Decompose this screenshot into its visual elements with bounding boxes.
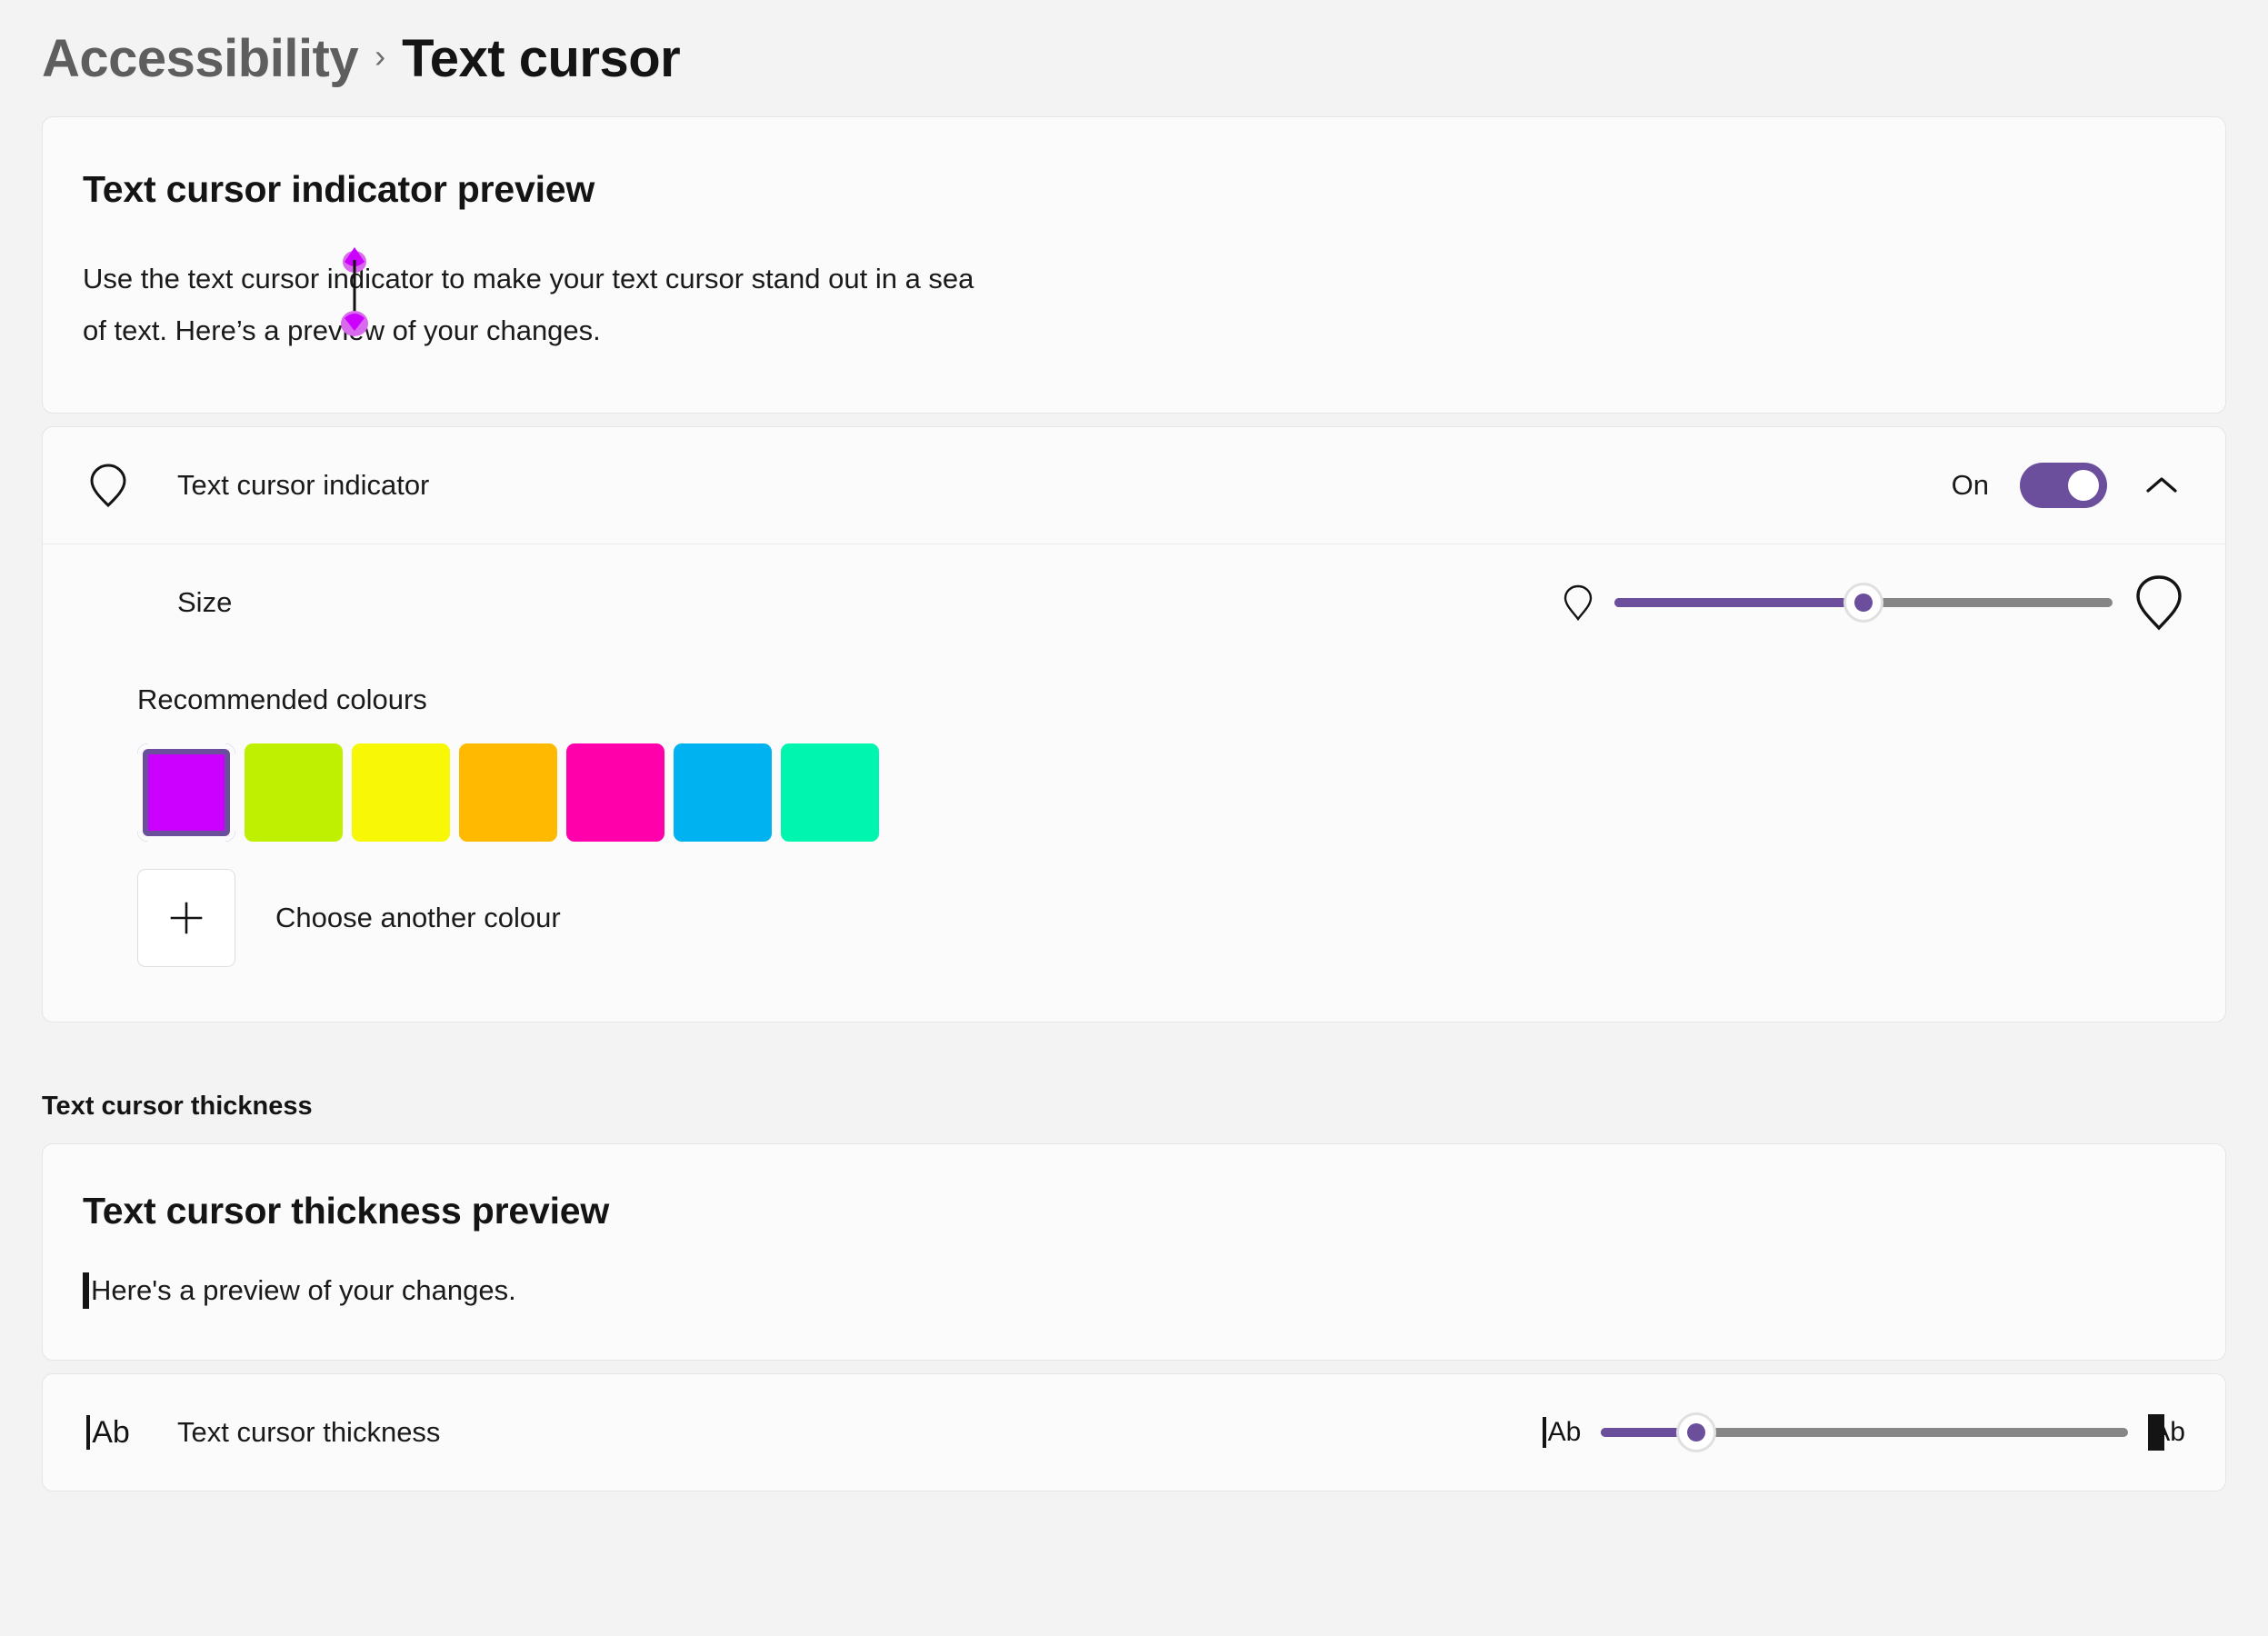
text-cursor-thickness-label: Text cursor thickness: [177, 1416, 441, 1448]
thickness-preview-title: Text cursor thickness preview: [83, 1190, 610, 1232]
choose-another-colour-label: Choose another colour: [275, 902, 561, 933]
indicator-preview-card: Text cursor indicator preview Use the te…: [42, 116, 2226, 414]
size-row[interactable]: Size: [43, 544, 2225, 660]
text-cursor-thickness-row[interactable]: Ab Text cursor thickness Ab Ab: [43, 1374, 2225, 1491]
text-cursor-thickness-heading: Text cursor thickness: [42, 1092, 313, 1121]
breadcrumb-parent-link[interactable]: Accessibility: [42, 28, 359, 89]
indicator-setting-card: Text cursor indicator On Size Recommende…: [42, 426, 2226, 1022]
breadcrumb-chevron-icon: ›: [375, 37, 386, 75]
choose-another-colour-row[interactable]: Choose another colour: [137, 869, 2185, 967]
choose-another-colour-button[interactable]: [137, 869, 235, 967]
plus-icon: [170, 902, 203, 934]
recommended-colours-title: Recommended colours: [137, 683, 427, 715]
text-cursor-indicator-label: Text cursor indicator: [177, 469, 430, 501]
cursor-pin-icon: [83, 460, 134, 511]
indicator-preview-line-1: Use the text cursor indicator to make yo…: [83, 263, 974, 294]
size-label: Size: [177, 585, 233, 618]
thickness-preview-text: Here's a preview of your changes.: [83, 1272, 2185, 1309]
toggle-knob: [2068, 470, 2099, 501]
colour-swatch-yellow[interactable]: [352, 743, 450, 842]
text-cursor-indicator-toggle[interactable]: [2020, 463, 2107, 508]
indicator-row-controls: On: [1952, 462, 2185, 509]
colour-swatch-orange[interactable]: [459, 743, 557, 842]
size-slider-thumb[interactable]: [1843, 582, 1883, 623]
size-slider[interactable]: [1614, 582, 2113, 623]
thickness-slider-thumb-dot: [1686, 1423, 1705, 1441]
settings-page: Accessibility › Text cursor Text cursor …: [0, 0, 2268, 1636]
breadcrumb: Accessibility › Text cursor: [42, 0, 2226, 116]
chevron-up-icon[interactable]: [2138, 462, 2185, 509]
colour-swatch-spring-green[interactable]: [781, 743, 879, 842]
text-caret-ab-icon: Ab: [83, 1407, 134, 1458]
page-title: Text cursor: [402, 28, 681, 88]
indicator-preview-title: Text cursor indicator preview: [83, 168, 595, 210]
colour-swatch-chartreuse[interactable]: [245, 743, 343, 842]
thickness-preview-card: Text cursor thickness preview Here's a p…: [42, 1143, 2226, 1361]
thickness-slider[interactable]: [1601, 1412, 2129, 1453]
colour-swatch-magenta[interactable]: [137, 743, 235, 842]
toggle-state-label: On: [1951, 469, 1989, 501]
text-caret-icon: [83, 1272, 89, 1309]
size-slider-thumb-dot: [1854, 593, 1873, 612]
thickness-slider-thumb[interactable]: [1675, 1412, 1716, 1452]
small-pin-icon: [1562, 583, 1594, 623]
thin-caret-ab-icon: Ab: [1542, 1417, 1581, 1448]
colour-swatch-cyan[interactable]: [674, 743, 772, 842]
colour-swatch-row: [137, 743, 2185, 842]
large-pin-icon: [2133, 573, 2185, 633]
thickness-slider-group: Ab Ab: [1542, 1412, 2185, 1453]
thickness-setting-card: Ab Text cursor thickness Ab Ab: [42, 1373, 2226, 1491]
recommended-colours-block: Recommended colours Choose another colou…: [43, 660, 2225, 1022]
text-cursor-indicator-row[interactable]: Text cursor indicator On: [43, 427, 2225, 544]
thick-caret-ab-icon: Ab: [2148, 1414, 2185, 1451]
indicator-preview-line-2: of text. Here’s a preview of your change…: [83, 314, 601, 346]
colour-swatch-pink[interactable]: [566, 743, 664, 842]
indicator-preview-text: Use the text cursor indicator to make yo…: [83, 247, 1174, 356]
size-slider-fill: [1614, 597, 1863, 607]
size-slider-group: [1562, 573, 2185, 633]
thickness-preview-body: Here's a preview of your changes.: [91, 1274, 516, 1306]
